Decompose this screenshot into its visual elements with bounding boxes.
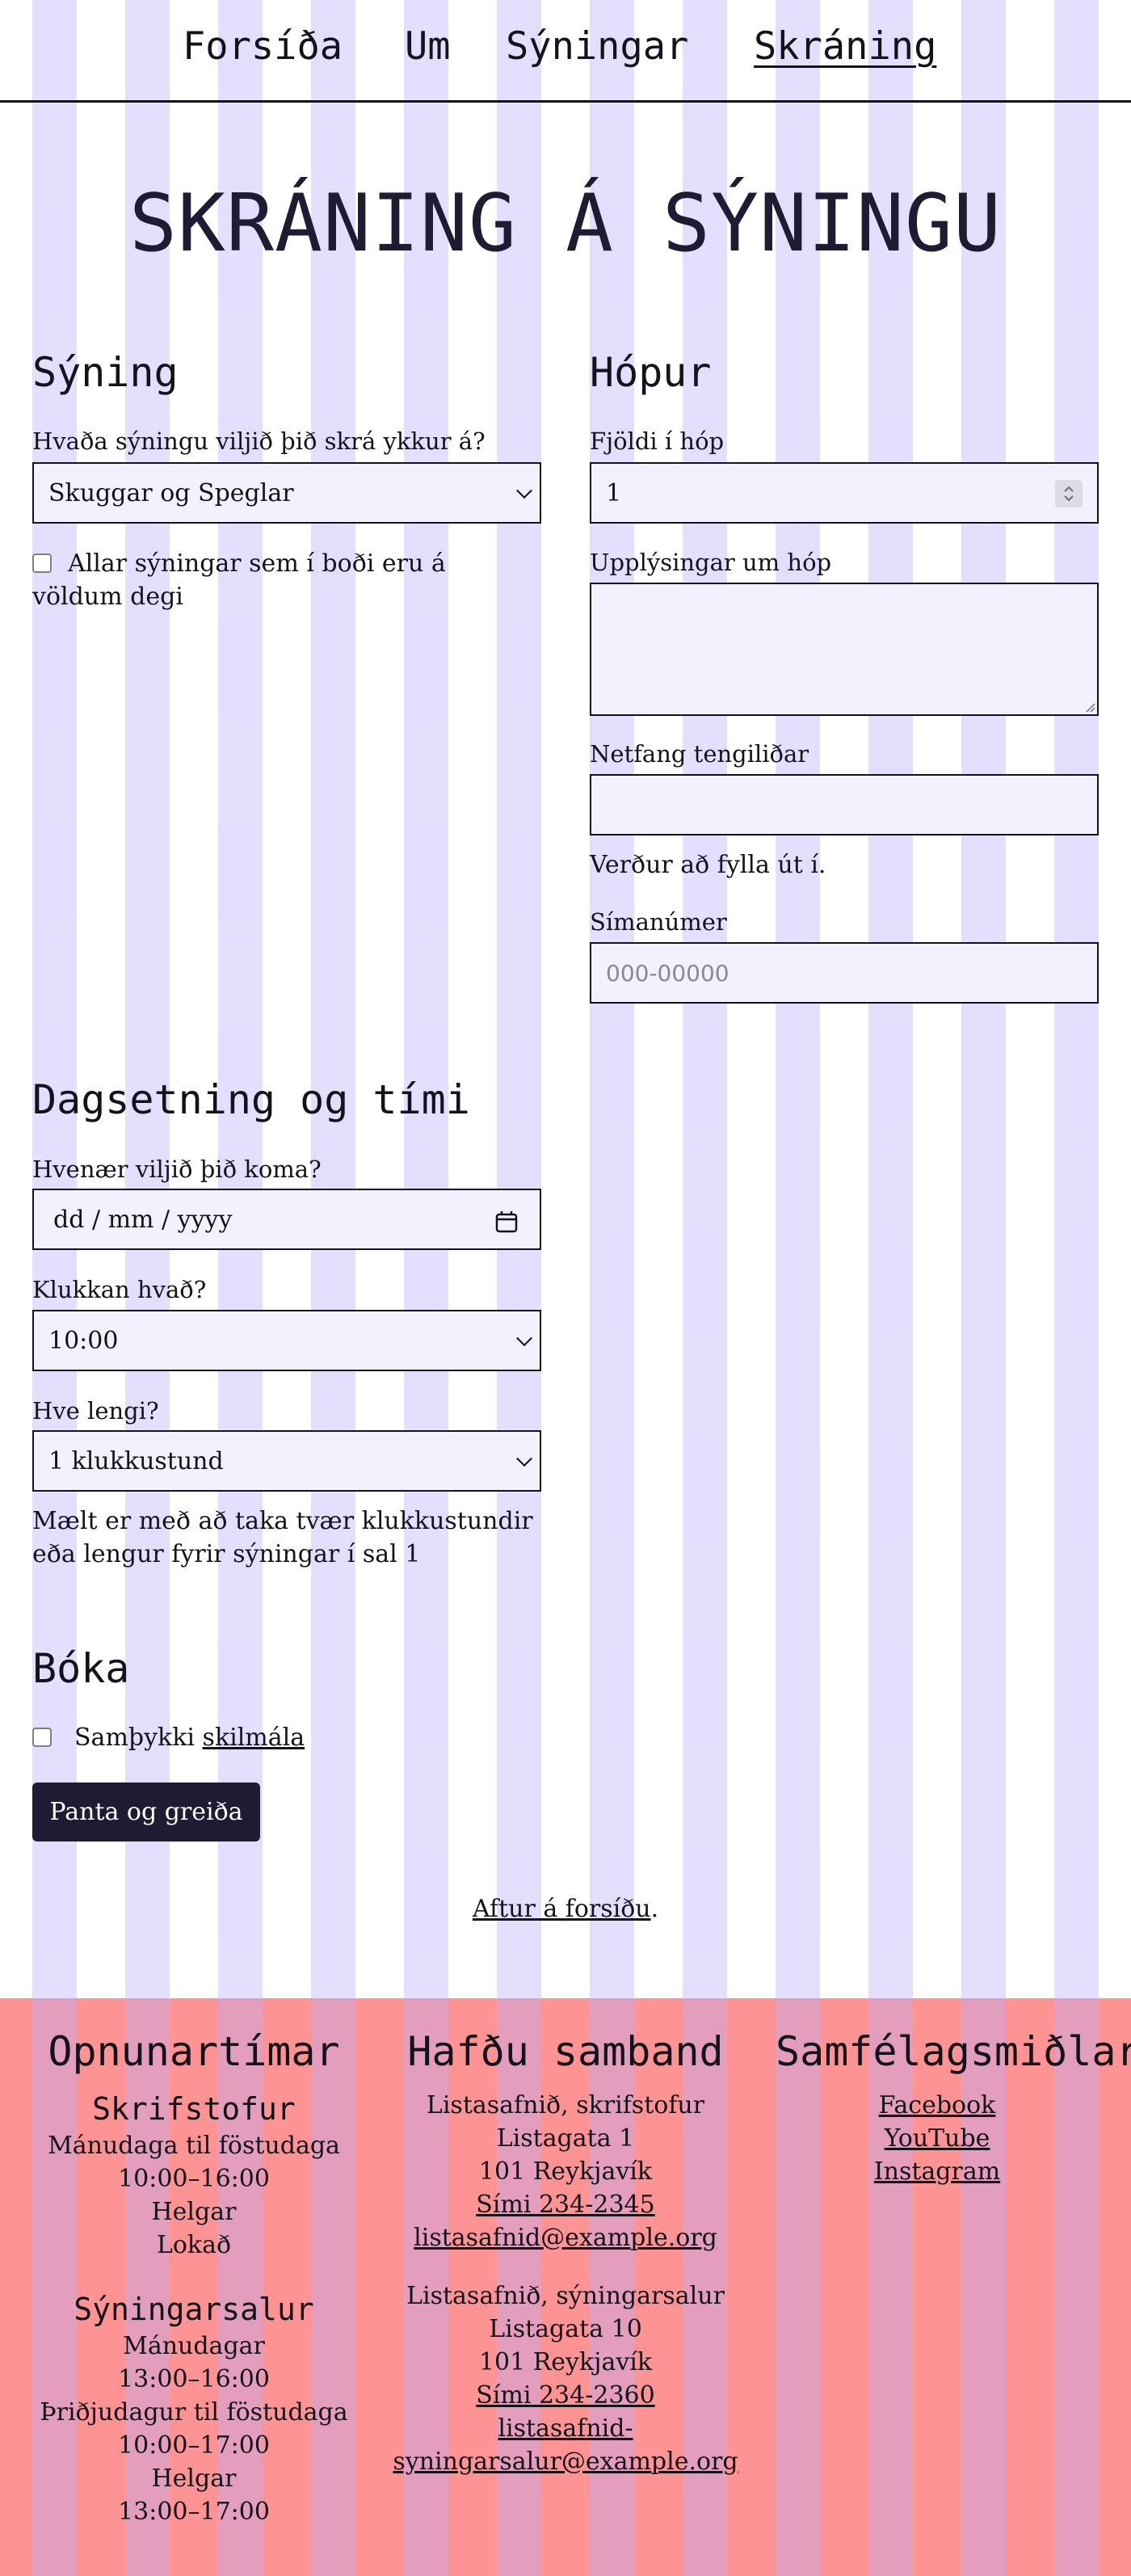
- terms-label: Samþykki skilmála: [74, 1721, 305, 1754]
- main-nav: Forsíða Um Sýningar Skráning: [0, 0, 1131, 103]
- office-hours-line: 10:00–16:00: [118, 2165, 270, 2193]
- email-label: Netfang tengiliðar: [590, 740, 809, 768]
- date-label: Hvenær viljið þið koma?: [32, 1155, 322, 1183]
- footer-hours-heading: Opnunartímar: [48, 2028, 340, 2075]
- hall-name: Listasafnið, sýningarsalur: [406, 2282, 725, 2310]
- duration-note: Mælt er með að taka tvær klukkustundir e…: [32, 1507, 533, 1568]
- hall-hours-line: Mánudagar: [123, 2332, 265, 2360]
- hall-hours-line: 10:00–17:00: [118, 2431, 270, 2460]
- hall-city: 101 Reykjavík: [478, 2348, 653, 2376]
- footer-contact-heading: Hafðu samband: [407, 2028, 724, 2075]
- hall-street: Listagata 10: [489, 2315, 642, 2343]
- resize-handle-icon[interactable]: [1084, 701, 1095, 713]
- office-city: 101 Reykjavík: [478, 2157, 653, 2186]
- office-street: Listagata 1: [496, 2124, 635, 2153]
- date-input[interactable]: dd / mm / yyyy: [32, 1189, 541, 1250]
- exhibition-select-label: Hvaða sýningu viljið þið skrá ykkur á?: [32, 427, 486, 455]
- time-select[interactable]: 10:00: [32, 1310, 541, 1371]
- nav-link-syningar[interactable]: Sýningar: [506, 24, 688, 69]
- footer-hours: Opnunartímar Skrifstofur Mánudaga til fö…: [32, 1998, 355, 2528]
- footer-social: Samfélagsmiðlar Facebook YouTube Instagr…: [776, 1998, 1131, 2188]
- stepper-icon[interactable]: [1055, 480, 1083, 507]
- submit-button[interactable]: Panta og greiða: [32, 1783, 260, 1842]
- terms-link[interactable]: skilmála: [203, 1724, 305, 1752]
- duration-select[interactable]: 1 klukkustund: [32, 1430, 541, 1492]
- duration-label: Hve lengi?: [32, 1397, 159, 1425]
- hall-hours-line: Þriðjudagur til föstudaga: [40, 2398, 348, 2427]
- back-link-period: .: [650, 1895, 659, 1923]
- calendar-icon[interactable]: [494, 1210, 519, 1234]
- social-link-youtube[interactable]: YouTube: [776, 2122, 1099, 2155]
- all-exhibitions-label: Allar sýningar sem í boði eru á völdum d…: [32, 549, 446, 611]
- time-label: Klukkan hvað?: [32, 1276, 207, 1303]
- office-name: Listasafnið, skrifstofur: [426, 2091, 705, 2119]
- section-heading-syning: Sýning: [32, 349, 179, 396]
- phone-field[interactable]: 000-00000: [590, 942, 1099, 1004]
- footer-contact: Hafðu samband Listasafnið, skrifstofur L…: [388, 1998, 743, 2478]
- social-link-facebook[interactable]: Facebook: [776, 2089, 1099, 2122]
- duration-select-value: 1 klukkustund: [48, 1446, 224, 1475]
- hall-hours-line: 13:00–16:00: [118, 2365, 270, 2393]
- chevron-down-icon: [516, 1330, 532, 1347]
- back-link-row: Aftur á forsíðu.: [0, 1892, 1131, 1926]
- office-email-link[interactable]: listasafnid@example.org: [388, 2221, 743, 2254]
- terms-checkbox[interactable]: [32, 1728, 52, 1747]
- email-field[interactable]: [590, 774, 1099, 836]
- exhibition-select-value: Skuggar og Speglar: [48, 478, 294, 507]
- section-heading-boka: Bóka: [32, 1645, 130, 1692]
- section-heading-hopur: Hópur: [590, 349, 712, 396]
- group-info-textarea[interactable]: [590, 583, 1099, 716]
- time-select-value: 10:00: [48, 1326, 119, 1355]
- social-link-instagram[interactable]: Instagram: [776, 2155, 1099, 2188]
- hall-hours-heading: Sýningarsalur: [74, 2292, 314, 2327]
- chevron-down-icon: [516, 482, 532, 499]
- back-to-home-link[interactable]: Aftur á forsíðu: [473, 1895, 651, 1923]
- exhibition-select[interactable]: Skuggar og Speglar: [32, 462, 541, 524]
- page-title: SKRÁNING Á SÝNINGU: [128, 178, 1003, 270]
- hall-hours-line: Helgar: [151, 2464, 237, 2493]
- group-info-label: Upplýsingar um hóp: [590, 549, 832, 576]
- nav-link-um[interactable]: Um: [405, 24, 451, 69]
- email-error-message: Verður að fylla út í.: [590, 851, 826, 879]
- nav-link-forsida[interactable]: Forsíða: [183, 24, 343, 69]
- group-size-label: Fjöldi í hóp: [590, 427, 725, 455]
- office-phone-link[interactable]: Sími 234-2345: [388, 2188, 743, 2221]
- phone-placeholder: 000-00000: [606, 959, 729, 987]
- hall-hours-line: 13:00–17:00: [118, 2498, 270, 2526]
- section-heading-timi: Dagsetning og tími: [32, 1076, 470, 1123]
- nav-link-skraning[interactable]: Skráning: [754, 24, 936, 69]
- office-hours-line: Lokað: [156, 2231, 232, 2259]
- social-links: Facebook YouTube Instagram: [776, 2089, 1099, 2188]
- date-placeholder: dd / mm / yyyy: [53, 1205, 233, 1234]
- office-address: Listasafnið, skrifstofur Listagata 1 101…: [388, 2089, 743, 2254]
- terms-prefix: Samþykki: [74, 1724, 195, 1752]
- footer-social-heading: Samfélagsmiðlar: [776, 2028, 1131, 2075]
- hall-phone-link[interactable]: Sími 234-2360: [388, 2379, 743, 2412]
- chevron-down-icon: [516, 1450, 532, 1467]
- office-hours-heading: Skrifstofur: [92, 2091, 296, 2127]
- office-hours-line: Helgar: [151, 2198, 237, 2226]
- group-size-input[interactable]: 1: [590, 462, 1099, 524]
- group-size-value: 1: [606, 478, 622, 507]
- hall-email-link-line2[interactable]: syningarsalur@example.org: [388, 2445, 743, 2478]
- hall-address: Listasafnið, sýningarsalur Listagata 10 …: [388, 2279, 743, 2478]
- hall-email-link-line1[interactable]: listasafnid-: [388, 2412, 743, 2445]
- footer: Opnunartímar Skrifstofur Mánudaga til fö…: [0, 1998, 1131, 2576]
- office-hours-line: Mánudaga til föstudaga: [48, 2132, 340, 2160]
- phone-label: Símanúmer: [590, 908, 727, 936]
